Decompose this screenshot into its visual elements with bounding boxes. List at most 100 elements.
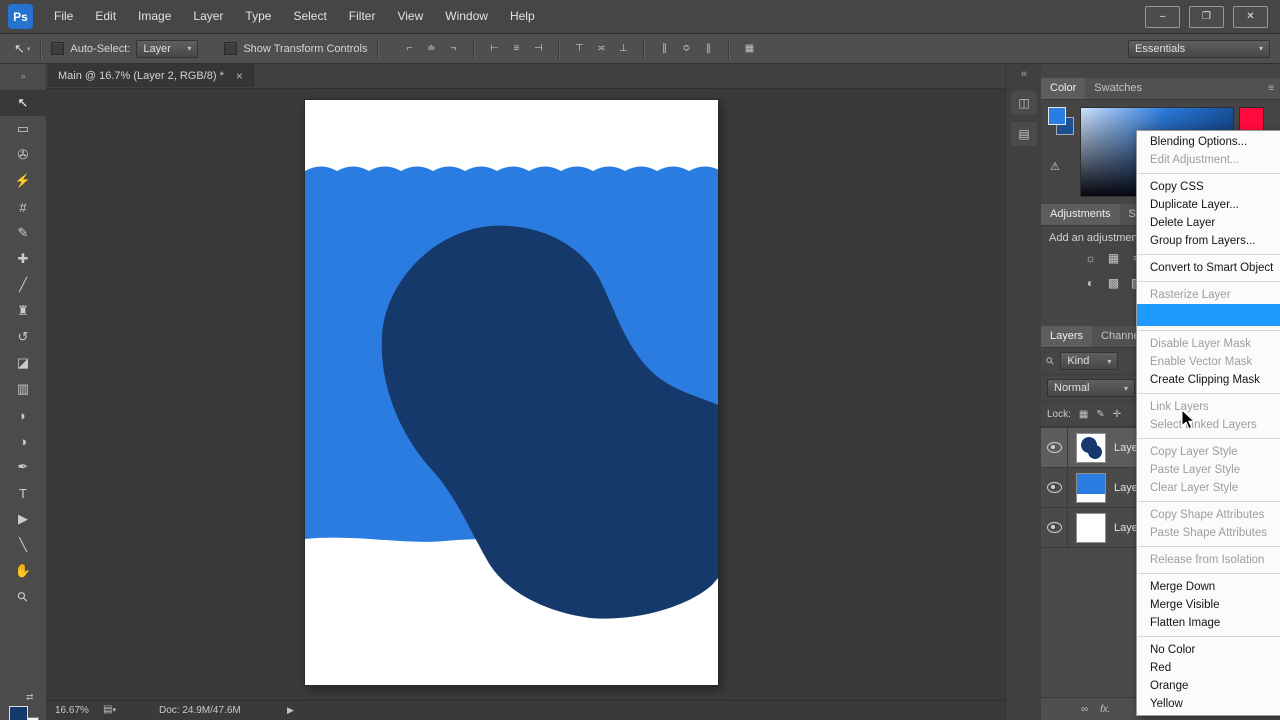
crop-tool[interactable]: # [0, 194, 46, 220]
cm-flatten-image[interactable]: Flatten Image [1137, 614, 1280, 632]
auto-select-checkbox[interactable] [51, 42, 65, 55]
spot-healing-brush-tool[interactable]: ✚ [0, 246, 46, 272]
cm-duplicate-layer[interactable]: Duplicate Layer... [1137, 196, 1280, 214]
layer-thumbnail[interactable] [1076, 472, 1106, 503]
maximize-button[interactable]: ❐ [1189, 5, 1224, 28]
close-button[interactable]: ✕ [1233, 5, 1268, 28]
tab-adjustments[interactable]: Adjustments [1041, 204, 1120, 225]
tab-layers[interactable]: Layers [1041, 326, 1093, 347]
gradient-tool[interactable]: ▥ [0, 376, 46, 402]
cm-merge-visible[interactable]: Merge Visible [1137, 596, 1280, 614]
clone-stamp-tool[interactable]: ♜ [0, 298, 46, 324]
menu-window[interactable]: Window [434, 0, 499, 33]
move-tool-icon[interactable]: ↖ [14, 41, 25, 57]
toolbar-collapse-icon[interactable]: » [0, 64, 46, 90]
distribute-spacing[interactable]: ▦ [738, 39, 760, 59]
menu-view[interactable]: View [386, 0, 434, 33]
cm-group-from-layers[interactable]: Group from Layers... [1137, 232, 1280, 250]
link-layers-icon[interactable]: ∞ [1081, 704, 1088, 715]
collapsed-panel-history[interactable]: ◫ [1011, 91, 1037, 115]
layer-filter-kind-dropdown[interactable]: Kind [1060, 352, 1119, 370]
cm-highlighted-item[interactable] [1137, 304, 1280, 326]
tab-close-icon[interactable]: × [236, 69, 243, 83]
quick-selection-tool[interactable]: ⚡ [0, 168, 46, 194]
distribute-horizontal-centers[interactable]: ≎ [675, 39, 697, 59]
layer-style-fx-icon[interactable]: fx. [1100, 704, 1111, 715]
hand-tool[interactable]: ✋ [0, 558, 46, 584]
app-logo[interactable]: Ps [8, 4, 33, 29]
lock-paint-icon[interactable]: ✎ [1096, 409, 1104, 420]
align-right-edges[interactable]: ⊣ [527, 39, 549, 59]
align-vertical-centers[interactable]: ≐ [420, 39, 442, 59]
hue-ramp-red-swatch[interactable] [1239, 107, 1264, 132]
document-tab[interactable]: Main @ 16.7% (Layer 2, RGB/8) * × [48, 64, 254, 87]
panel-menu-icon[interactable]: ≡ [1268, 83, 1274, 94]
line-tool[interactable]: ╲ [0, 532, 46, 558]
distribute-left-edges[interactable]: ∥ [653, 39, 675, 59]
align-left-edges[interactable]: ⊢ [483, 39, 505, 59]
tab-swatches[interactable]: Swatches [1085, 78, 1151, 99]
gamut-warning-icon[interactable]: ⚠ [1050, 160, 1060, 173]
adjustment-black-white[interactable]: ▩ [1102, 273, 1125, 293]
distribute-top-edges[interactable]: ⊤ [568, 39, 590, 59]
cm-create-clipping-mask[interactable]: Create Clipping Mask [1137, 371, 1280, 389]
tool-preset-caret-icon[interactable]: ▾ [27, 45, 31, 53]
cm-yellow[interactable]: Yellow [1137, 695, 1280, 713]
adjustment-color-balance[interactable]: ◐ [1079, 273, 1102, 293]
menu-image[interactable]: Image [127, 0, 182, 33]
status-arrow-icon[interactable]: ▶ [287, 705, 294, 716]
type-tool[interactable]: T [0, 480, 46, 506]
lasso-tool[interactable]: ✇ [0, 142, 46, 168]
menu-select[interactable]: Select [282, 0, 337, 33]
distribute-right-edges[interactable]: ∥ [697, 39, 719, 59]
layer-thumbnail[interactable] [1076, 432, 1106, 463]
menu-help[interactable]: Help [499, 0, 546, 33]
cm-red[interactable]: Red [1137, 659, 1280, 677]
layer-visibility-eye-icon[interactable] [1046, 482, 1062, 493]
rectangular-marquee-tool[interactable]: ▭ [0, 116, 46, 142]
cm-no-color[interactable]: No Color [1137, 641, 1280, 659]
workspace-switcher-dropdown[interactable]: Essentials [1128, 39, 1270, 58]
cm-orange[interactable]: Orange [1137, 677, 1280, 695]
align-horizontal-centers[interactable]: ≡ [505, 39, 527, 59]
cm-merge-down[interactable]: Merge Down [1137, 578, 1280, 596]
status-page-icon[interactable]: ▤▾ [103, 704, 116, 715]
minimize-button[interactable]: – [1145, 5, 1180, 28]
path-selection-tool[interactable]: ▶ [0, 506, 46, 532]
align-top-edges[interactable]: ⌐ [398, 39, 420, 59]
dodge-tool[interactable]: ◑ [0, 428, 46, 454]
menu-type[interactable]: Type [234, 0, 282, 33]
menu-filter[interactable]: Filter [338, 0, 387, 33]
distribute-vertical-centers[interactable]: ≍ [590, 39, 612, 59]
align-bottom-edges[interactable]: ¬ [442, 39, 464, 59]
adjustment-brightness-contrast[interactable]: ☼ [1079, 248, 1102, 268]
canvas-document[interactable] [305, 100, 718, 685]
brush-tool[interactable]: ╱ [0, 272, 46, 298]
dock-expand-icon[interactable]: « [1006, 64, 1042, 84]
swap-colors-icon[interactable]: ⇄ [26, 692, 34, 703]
auto-select-target-dropdown[interactable]: Layer [136, 39, 199, 58]
collapsed-panel-properties[interactable]: ▤ [1011, 122, 1037, 146]
adjustment-levels[interactable]: ▦ [1102, 248, 1125, 268]
menu-layer[interactable]: Layer [182, 0, 234, 33]
distribute-bottom-edges[interactable]: ⊥ [612, 39, 634, 59]
menu-file[interactable]: File [43, 0, 84, 33]
zoom-level-field[interactable]: 16.67% [55, 705, 89, 716]
pen-tool[interactable]: ✒ [0, 454, 46, 480]
eyedropper-tool[interactable]: ✎ [0, 220, 46, 246]
history-brush-tool[interactable]: ↺ [0, 324, 46, 350]
layer-thumbnail[interactable] [1076, 512, 1106, 543]
zoom-tool[interactable]: ⚲ [0, 584, 46, 610]
cm-convert-to-smart-object[interactable]: Convert to Smart Object [1137, 259, 1280, 277]
cm-blending-options[interactable]: Blending Options... [1137, 133, 1280, 151]
cm-copy-css[interactable]: Copy CSS [1137, 178, 1280, 196]
tab-color[interactable]: Color [1041, 78, 1086, 99]
foreground-color-swatch[interactable] [9, 706, 28, 720]
blur-tool[interactable]: ◗ [0, 402, 46, 428]
lock-transparency-icon[interactable]: ▦ [1079, 409, 1088, 420]
menu-edit[interactable]: Edit [84, 0, 127, 33]
move-tool[interactable]: ↖ [0, 90, 46, 116]
cm-delete-layer[interactable]: Delete Layer [1137, 214, 1280, 232]
blend-mode-dropdown[interactable]: Normal [1047, 379, 1135, 397]
lock-position-icon[interactable]: ✛ [1113, 409, 1121, 420]
